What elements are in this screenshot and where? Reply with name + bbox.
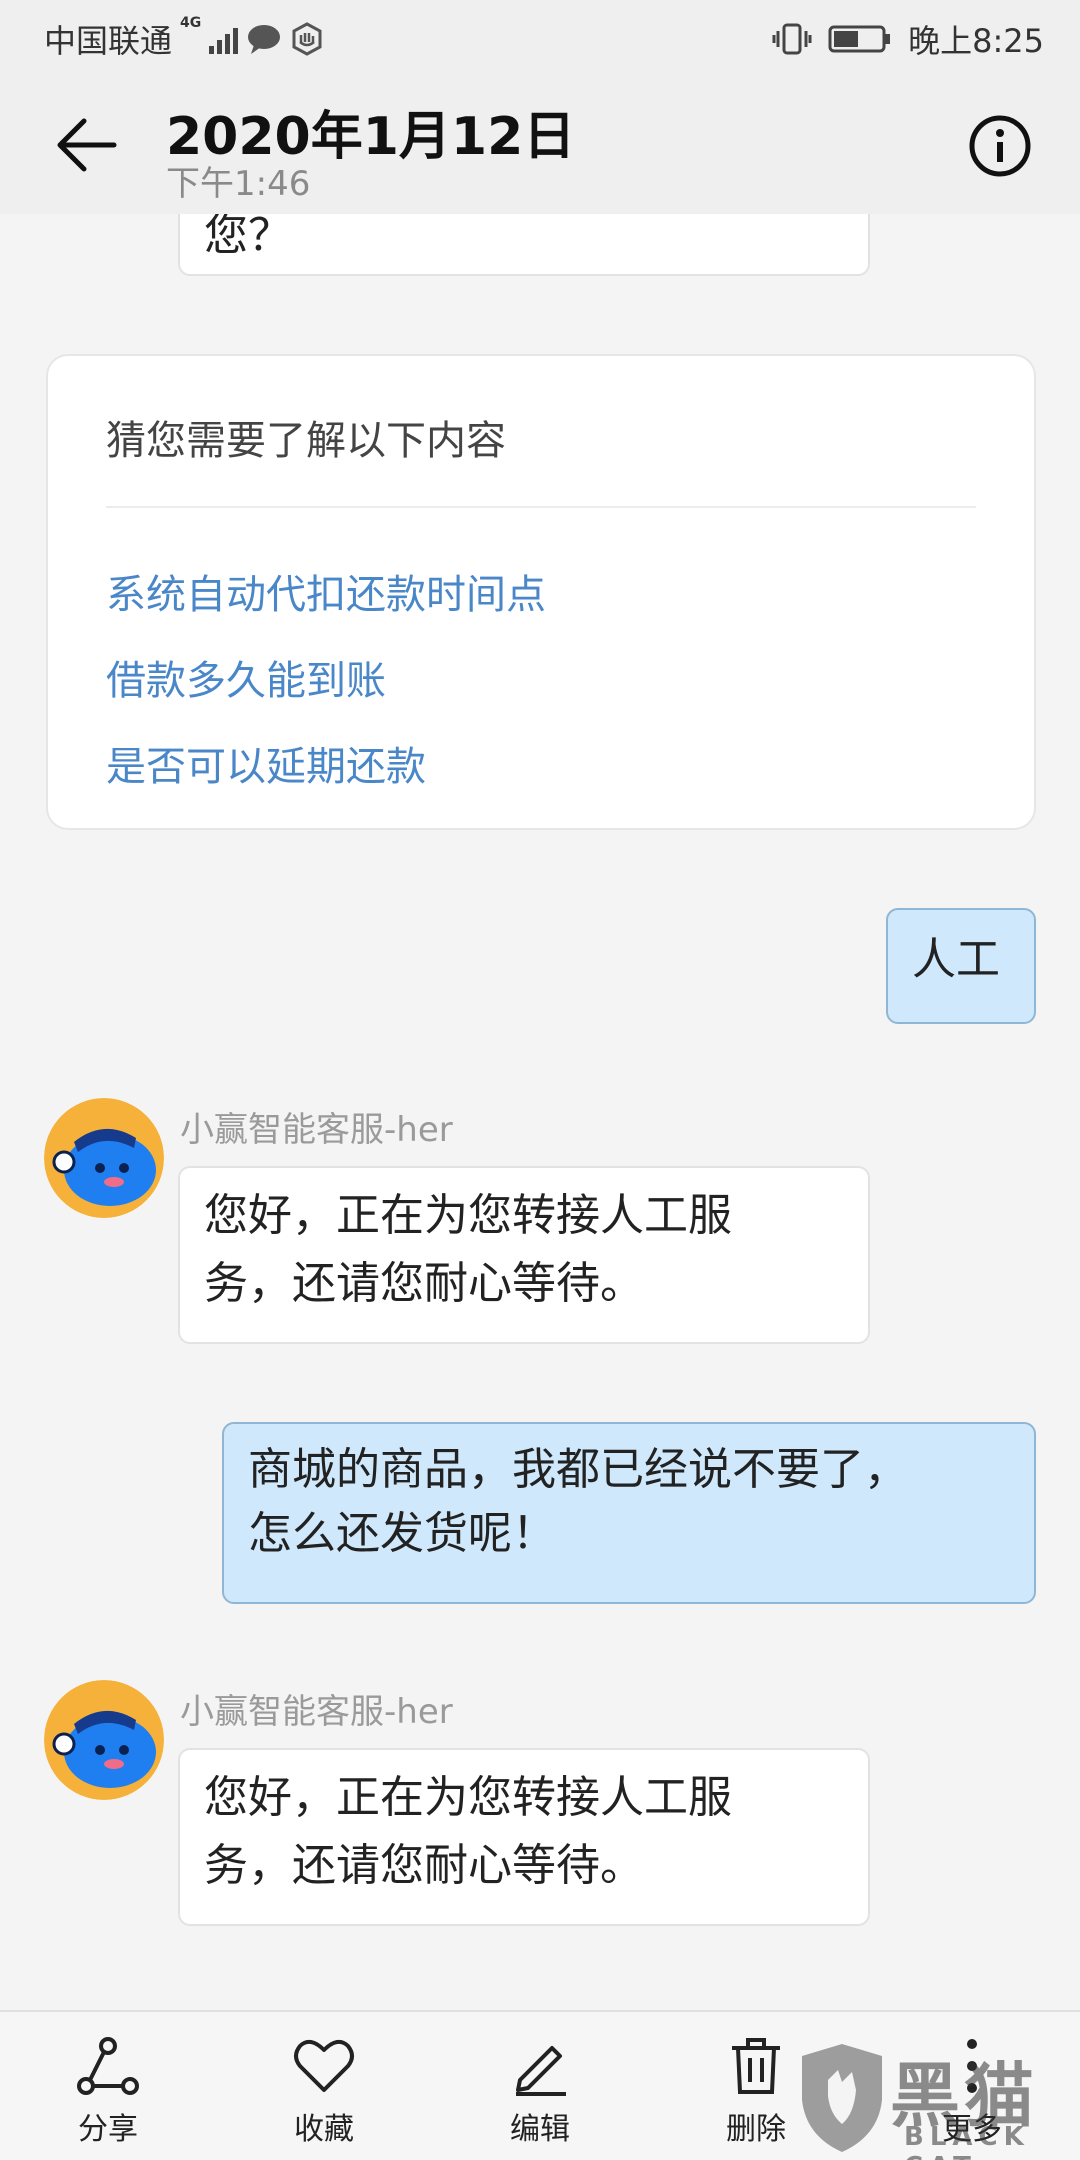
app-notification-icon <box>292 22 322 56</box>
suggestion-link[interactable]: 借款多久能到账 <box>106 648 386 706</box>
divider <box>106 506 976 508</box>
trash-icon <box>732 2038 780 2094</box>
signal-icon <box>209 24 239 54</box>
share-button[interactable]: 分享 <box>38 2034 178 2154</box>
user-message-bubble: 人工 <box>886 908 1036 1024</box>
suggestion-link[interactable]: 系统自动代扣还款时间点 <box>106 562 546 620</box>
vibrate-icon <box>772 23 812 55</box>
carrier-name: 中国联通 <box>44 22 173 60</box>
message-bubble-partial: 您？ <box>178 214 870 276</box>
favorite-label: 收藏 <box>294 2112 354 2147</box>
watermark-subtext: BLACK CAT <box>904 2122 1030 2160</box>
pencil-icon <box>516 2046 566 2096</box>
back-arrow-icon[interactable] <box>52 110 122 180</box>
bot-avatar-icon <box>44 1098 164 1218</box>
status-bar: 中国联通 4G 晚上8:25 <box>0 0 1080 74</box>
conversation-header: 2020年1月12日 下午1:46 <box>0 74 1080 214</box>
favorite-button[interactable]: 收藏 <box>254 2034 394 2154</box>
sender-name: 小赢智能客服-her <box>180 1692 453 1732</box>
heart-icon <box>294 2039 354 2092</box>
share-icon <box>77 2037 139 2095</box>
black-cat-logo-icon <box>802 2044 882 2152</box>
clock: 晚上8:25 <box>908 22 1044 60</box>
suggestion-card: 猜您需要了解以下内容 系统自动代扣还款时间点 借款多久能到账 是否可以延期还款 <box>46 354 1036 830</box>
bot-message-bubble: 您好，正在为您转接人工服 务，还请您耐心等待。 <box>178 1748 870 1926</box>
status-right: 晚上8:25 <box>772 16 1044 62</box>
app-root: 中国联通 4G 晚上8:25 2020年1月12日 下午1:46 您？ 猜您需要… <box>0 0 1080 2160</box>
status-left: 中国联通 4G <box>44 16 324 62</box>
bot-avatar[interactable] <box>44 1680 164 1800</box>
bot-message-bubble: 您好，正在为您转接人工服 务，还请您耐心等待。 <box>178 1166 870 1344</box>
message-text: 人工 <box>912 934 1000 985</box>
message-text-line: 务，还请您耐心等待。 <box>204 1840 644 1891</box>
message-list[interactable]: 您？ 猜您需要了解以下内容 系统自动代扣还款时间点 借款多久能到账 是否可以延期… <box>0 214 1080 2010</box>
message-text-line: 商城的商品，我都已经说不要了， <box>248 1444 908 1495</box>
edit-button[interactable]: 编辑 <box>470 2034 610 2154</box>
message-text-line: 您好，正在为您转接人工服 <box>204 1772 732 1823</box>
suggestion-link[interactable]: 是否可以延期还款 <box>106 734 426 792</box>
message-text-line: 您好，正在为您转接人工服 <box>204 1190 732 1241</box>
battery-icon <box>828 25 891 53</box>
message-notification-icon <box>248 25 281 54</box>
message-text: 您？ <box>204 214 292 261</box>
sender-name: 小赢智能客服-her <box>180 1110 453 1150</box>
message-text-line: 怎么还发货呢！ <box>248 1508 556 1559</box>
message-text-line: 务，还请您耐心等待。 <box>204 1258 644 1309</box>
share-label: 分享 <box>78 2112 138 2147</box>
conversation-time: 下午1:46 <box>166 164 311 204</box>
suggestion-card-title: 猜您需要了解以下内容 <box>106 418 506 464</box>
user-message-bubble: 商城的商品，我都已经说不要了， 怎么还发货呢！ <box>222 1422 1036 1604</box>
network-type: 4G <box>180 15 202 31</box>
bot-avatar-icon <box>44 1680 164 1800</box>
bot-avatar[interactable] <box>44 1098 164 1218</box>
watermark: 黑猫 BLACK CAT <box>794 2040 1074 2160</box>
edit-label: 编辑 <box>510 2112 570 2147</box>
info-icon[interactable] <box>968 114 1032 178</box>
